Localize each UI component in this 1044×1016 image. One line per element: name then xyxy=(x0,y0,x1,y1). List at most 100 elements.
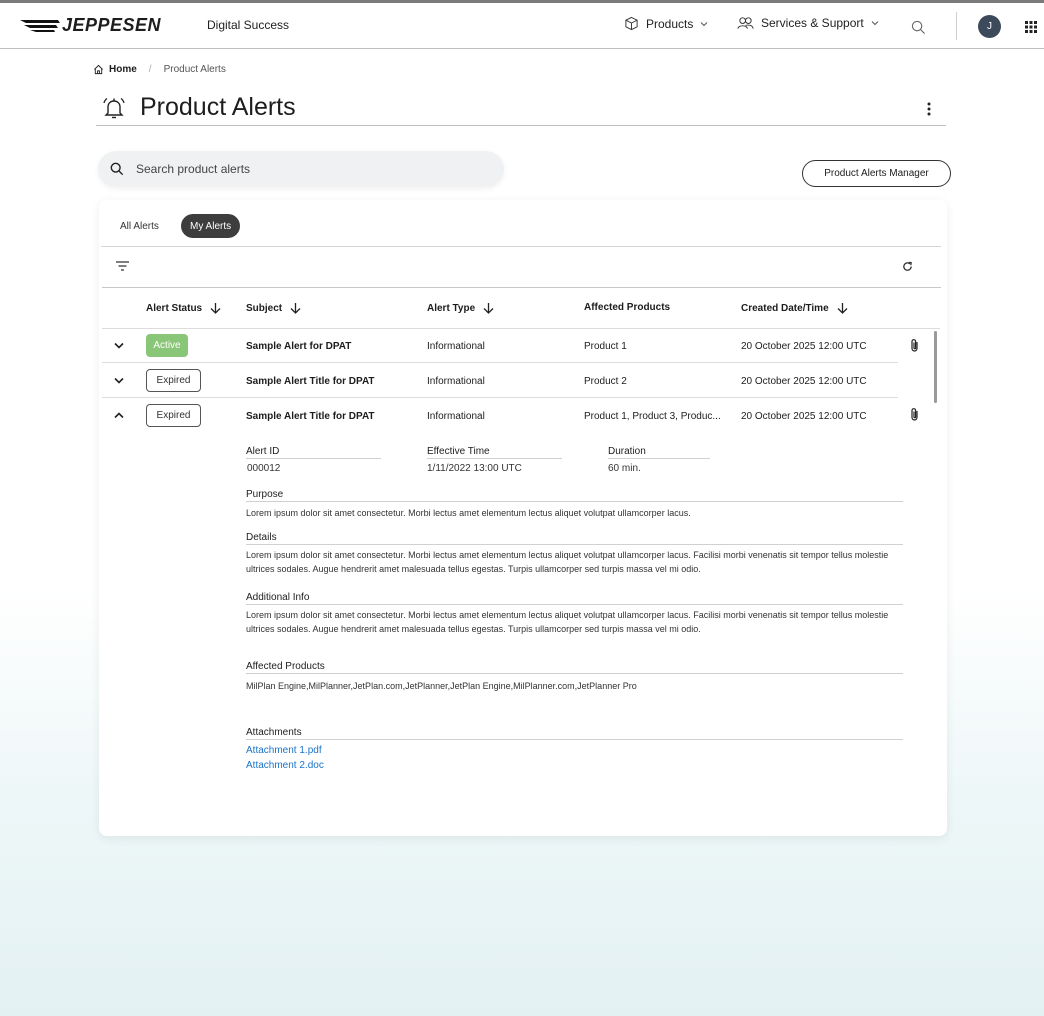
avatar-initial: J xyxy=(987,21,992,32)
details-label: Details xyxy=(246,532,277,543)
sort-arrow-down-icon xyxy=(483,303,494,314)
nav-products-label: Products xyxy=(646,16,694,31)
row-created-date: 20 October 2025 12:00 UTC xyxy=(741,411,867,422)
alert-bell-icon xyxy=(103,97,125,119)
breadcrumb-current: Product Alerts xyxy=(163,64,226,75)
tab-my-alerts[interactable]: My Alerts xyxy=(181,214,241,238)
field-underline xyxy=(246,458,381,459)
user-avatar[interactable]: J xyxy=(978,15,1001,38)
status-badge: Active xyxy=(146,334,188,357)
top-navigation-bar: JEPPESEN Digital Success Products Servic… xyxy=(0,0,1044,49)
status-badge: Expired xyxy=(146,369,201,392)
additional-info-text: Lorem ipsum dolor sit amet consectetur. … xyxy=(246,610,889,634)
affected-products-text: MilPlan Engine,MilPlanner,JetPlan.com,Je… xyxy=(246,681,637,691)
table-scrollbar[interactable] xyxy=(934,331,937,403)
effective-time-value: 1/11/2022 13:00 UTC xyxy=(427,463,522,474)
column-header-created-date[interactable]: Created Date/Time xyxy=(741,302,848,314)
row-affected-products: Product 1, Product 3, Produc... xyxy=(584,411,721,422)
search-icon xyxy=(110,162,124,176)
expand-chevron-down-icon[interactable] xyxy=(114,377,124,384)
row-created-date: 20 October 2025 12:00 UTC xyxy=(741,341,867,352)
home-icon[interactable] xyxy=(93,64,104,75)
row-divider xyxy=(102,397,898,398)
page-title: Product Alerts xyxy=(140,93,296,121)
breadcrumb-separator: / xyxy=(148,64,152,75)
additional-info-label: Additional Info xyxy=(246,592,310,603)
effective-time-label: Effective Time xyxy=(427,446,490,457)
column-header-label: Alert Type xyxy=(427,302,476,314)
title-divider xyxy=(96,125,946,126)
column-header-alert-type[interactable]: Alert Type xyxy=(427,302,494,314)
column-header-subject[interactable]: Subject xyxy=(246,302,301,314)
tab-all-alerts[interactable]: All Alerts xyxy=(111,214,168,238)
section-underline xyxy=(246,604,903,605)
section-underline xyxy=(246,673,903,674)
jeppesen-logo[interactable]: JEPPESEN xyxy=(20,15,161,36)
alerts-card: All Alerts My Alerts Alert Status Subjec… xyxy=(99,200,947,836)
logo-text: JEPPESEN xyxy=(62,15,162,35)
box-icon xyxy=(625,16,638,31)
collapse-chevron-up-icon[interactable] xyxy=(114,412,124,419)
nav-services-support[interactable]: Services & Support xyxy=(737,16,879,30)
nav-products[interactable]: Products xyxy=(624,16,708,31)
sort-arrow-down-icon xyxy=(210,303,221,314)
column-header-label: Affected Products xyxy=(584,302,671,313)
breadcrumb: Home / Product Alerts xyxy=(93,64,226,75)
section-underline xyxy=(246,739,903,740)
field-underline xyxy=(427,458,562,459)
users-icon xyxy=(737,17,754,29)
chevron-down-icon xyxy=(871,21,879,26)
app-grid-icon[interactable] xyxy=(1025,21,1037,33)
paperclip-icon[interactable] xyxy=(910,407,920,422)
alert-id-label: Alert ID xyxy=(246,446,280,457)
chevron-down-icon xyxy=(701,21,708,26)
field-underline xyxy=(608,458,710,459)
section-underline xyxy=(246,501,903,502)
details-text: Lorem ipsum dolor sit amet consectetur. … xyxy=(246,550,889,574)
column-header-affected-products: Affected Products xyxy=(584,302,670,313)
row-alert-type: Informational xyxy=(427,341,485,352)
attachments-label: Attachments xyxy=(246,727,302,738)
brand-subtitle: Digital Success xyxy=(207,18,290,32)
row-subject[interactable]: Sample Alert Title for DPAT xyxy=(246,376,375,387)
row-subject[interactable]: Sample Alert Title for DPAT xyxy=(246,411,375,422)
row-affected-products: Product 2 xyxy=(584,376,627,387)
row-created-date: 20 October 2025 12:00 UTC xyxy=(741,376,867,387)
column-header-alert-status[interactable]: Alert Status xyxy=(146,302,221,314)
purpose-label: Purpose xyxy=(246,489,284,500)
toolbar-divider xyxy=(102,287,941,288)
section-underline xyxy=(246,544,903,545)
nav-services-label: Services & Support xyxy=(761,16,864,30)
header-row-divider xyxy=(102,328,940,329)
more-options-icon[interactable] xyxy=(926,102,932,116)
row-alert-type: Informational xyxy=(427,411,485,422)
duration-label: Duration xyxy=(608,446,646,457)
sort-arrow-down-icon xyxy=(290,303,301,314)
sort-arrow-down-icon xyxy=(837,303,848,314)
column-header-label: Created Date/Time xyxy=(741,302,829,314)
filter-icon[interactable] xyxy=(116,261,129,271)
status-badge: Expired xyxy=(146,404,201,427)
tabs-divider xyxy=(101,246,941,247)
expand-chevron-down-icon[interactable] xyxy=(114,342,124,349)
search-bar[interactable] xyxy=(98,151,504,187)
search-icon[interactable] xyxy=(911,20,926,35)
alert-id-value: 000012 xyxy=(247,463,281,474)
purpose-text: Lorem ipsum dolor sit amet consectetur. … xyxy=(246,508,691,518)
column-header-label: Subject xyxy=(246,302,283,314)
paperclip-icon[interactable] xyxy=(910,338,920,353)
duration-value: 60 min. xyxy=(608,463,641,474)
search-input[interactable] xyxy=(136,162,476,176)
attachment-link-2[interactable]: Attachment 2.doc xyxy=(246,760,324,771)
jeppesen-wing-icon xyxy=(20,19,60,32)
attachment-link-1[interactable]: Attachment 1.pdf xyxy=(246,745,322,756)
product-alerts-manager-button[interactable]: Product Alerts Manager xyxy=(802,160,951,187)
row-subject[interactable]: Sample Alert for DPAT xyxy=(246,341,351,352)
row-divider xyxy=(102,362,898,363)
column-header-label: Alert Status xyxy=(146,302,203,314)
breadcrumb-home-link[interactable]: Home xyxy=(109,64,137,75)
row-alert-type: Informational xyxy=(427,376,485,387)
row-affected-products: Product 1 xyxy=(584,341,627,352)
header-divider xyxy=(956,12,957,40)
refresh-icon[interactable] xyxy=(902,261,913,272)
